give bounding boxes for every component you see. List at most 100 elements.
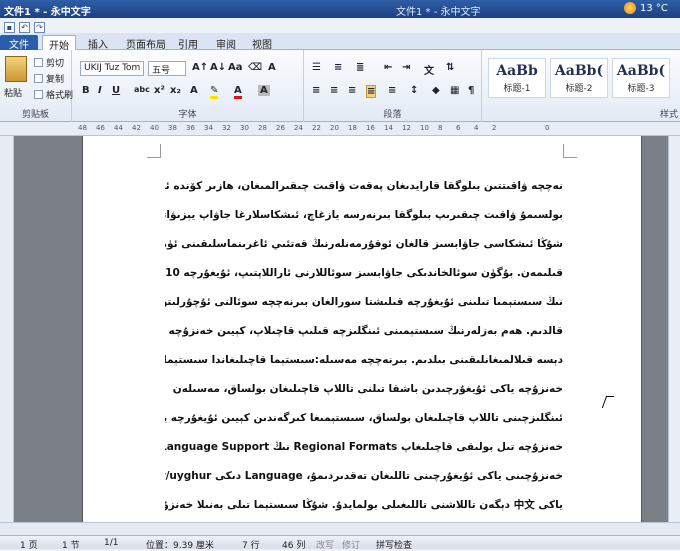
doc-line: بولسىمۇ ۋاقىت چىقىرىپ بىلوگقا بىرنەرسە ي… — [165, 209, 563, 221]
asian-layout-icon[interactable]: 文 — [424, 62, 434, 77]
save-icon[interactable]: ▪ — [4, 21, 15, 33]
doc-line: خەنزۇچىنى ياكى ئۇيغۇرچىنى تاللىغان تەقدى… — [165, 470, 563, 482]
vertical-ruler[interactable] — [0, 136, 14, 522]
status-row: 7 行 — [242, 541, 260, 551]
status-section: 1 节 — [62, 541, 80, 551]
title-bar: 文件1 * - 永中文字 文件1 * - 永中文字 13 °C — [0, 0, 680, 18]
show-marks-icon[interactable]: ¶ — [468, 85, 474, 96]
font-group-label: 字体 — [178, 110, 197, 120]
status-position: 位置：9.39 厘米 — [146, 541, 214, 551]
ribbon: 粘贴 剪切 复制 格式刷 剪贴板 UKIJ Tuz Tom 五号 A↑ A↓ A… — [0, 50, 680, 122]
doc-line: خەنزۇچە تىل بولىقى قاچىلىغاپ Regional Fo… — [165, 441, 563, 453]
format-painter-button[interactable]: 格式刷 — [34, 88, 73, 101]
status-track-changes[interactable]: 修订 — [342, 538, 360, 551]
font-name-select[interactable]: UKIJ Tuz Tom — [80, 61, 144, 76]
styles-group: AaBb 标题-1 AaBb(标题-2 AaBb(标题-3 样式 — [482, 50, 680, 122]
distributed-icon[interactable]: ≡ — [388, 85, 396, 96]
status-bar: 1 页 1 节 1/1 位置：9.39 厘米 7 行 46 列 改写 修订 拼写… — [0, 535, 680, 551]
tab-file[interactable]: 文件 — [0, 35, 38, 51]
weather-widget[interactable]: 13 °C — [624, 2, 668, 14]
copy-button[interactable]: 复制 — [34, 72, 64, 85]
tab-home[interactable]: 开始 — [42, 35, 76, 52]
char-border-icon[interactable]: A — [268, 62, 276, 73]
document-canvas[interactable]: نەچچە ۋاقىتتىن بىلوگقا قارايدىغان پەقەت … — [14, 136, 680, 522]
status-spell-check[interactable]: 拼写检查 — [376, 538, 412, 551]
char-shading-icon[interactable]: A — [258, 85, 270, 96]
superscript-icon[interactable]: x² — [154, 85, 165, 96]
text-effect-icon[interactable]: A — [190, 85, 198, 96]
window-title: 文件1 * - 永中文字 — [396, 7, 481, 18]
scissors-icon — [34, 58, 43, 67]
justify-icon[interactable]: ≡ — [366, 85, 377, 98]
tab-references[interactable]: 引用 — [172, 35, 204, 51]
multilevel-list-icon[interactable]: ≣ — [356, 62, 364, 73]
sun-icon — [624, 2, 636, 14]
shrink-font-icon[interactable]: A↓ — [210, 62, 226, 73]
font-color-icon[interactable]: A — [234, 85, 242, 99]
decrease-indent-icon[interactable]: ⇤ — [384, 62, 392, 73]
margin-mark-left — [147, 144, 161, 158]
align-left-icon[interactable]: ≡ — [312, 85, 320, 96]
style-heading-1[interactable]: AaBb 标题-1 — [488, 58, 546, 98]
borders-icon[interactable]: ▦ — [450, 85, 459, 96]
copy-icon — [34, 74, 43, 83]
numbering-icon[interactable]: ≡ — [334, 62, 342, 73]
redo-icon[interactable]: ↷ — [34, 21, 45, 33]
status-page: 1 页 — [20, 541, 38, 551]
status-pages: 1/1 — [104, 538, 119, 548]
document-body[interactable]: نەچچە ۋاقىتتىن بىلوگقا قارايدىغان پەقەت … — [165, 172, 563, 520]
font-size-select[interactable]: 五号 — [148, 61, 186, 76]
style-heading-3[interactable]: AaBb(标题-3 — [612, 58, 670, 98]
paste-button[interactable]: 粘贴 — [4, 86, 22, 99]
cut-button[interactable]: 剪切 — [34, 56, 64, 69]
tab-insert[interactable]: 插入 — [82, 35, 114, 51]
weather-temp: 13 °C — [640, 2, 668, 14]
align-center-icon[interactable]: ≡ — [330, 85, 338, 96]
doc-line: خەنزۇچە ياكى ئۇيغۇرچىدىن باشقا تىلنى تال… — [172, 383, 563, 395]
font-group: UKIJ Tuz Tom 五号 A↑ A↓ Aa ⌫ A B I U abc x… — [72, 50, 304, 122]
shading-icon[interactable]: ◆ — [432, 85, 440, 96]
clipboard-group-label: 剪贴板 — [21, 110, 49, 120]
view-switcher-bar[interactable] — [0, 522, 680, 535]
doc-line: ياكى 中文 دېگەن تاللاشنى تاللىغىلى بولمايد… — [165, 499, 563, 511]
tab-review[interactable]: 审阅 — [210, 35, 242, 51]
tab-page-layout[interactable]: 页面布局 — [120, 35, 172, 51]
subscript-icon[interactable]: x₂ — [170, 85, 181, 96]
doc-line: نەچچە ۋاقىتتىن بىلوگقا قارايدىغان پەقەت … — [165, 180, 563, 192]
doc-line: دېسە قىلالمىغانلىقىنى بىلدىم. بىرنەچچە م… — [165, 354, 563, 366]
status-col: 46 列 — [282, 541, 306, 551]
paragraph-group: ☰ ≡ ≣ ⇤ ⇥ 文 ⇅ ≡ ≡ ≡ ≡ ≡ ↕ ◆ ▦ ¶ 段落 — [304, 50, 482, 122]
styles-group-label: 样式 — [659, 110, 678, 120]
doc-line: نىڭ سىستېمىا تىلىنى ئۇيغۇرچە قىلىشتا سور… — [165, 296, 563, 308]
grow-font-icon[interactable]: A↑ — [192, 62, 208, 73]
undo-icon[interactable]: ↶ — [19, 21, 30, 33]
doc-line: قىلىمەن. بۇگۈن سوئالخاندىكى جاۋابسىز سوئ… — [165, 267, 563, 279]
document-page[interactable]: نەچچە ۋاقىتتىن بىلوگقا قارايدىغان پەقەت … — [82, 136, 642, 522]
paragraph-group-label: 段落 — [383, 110, 402, 120]
doc-line: ئىنگلىزچىنى تاللاپ قاچىلىغان بولساق، سىس… — [165, 412, 563, 424]
underline-icon[interactable]: U — [112, 85, 120, 96]
doc-line: قالدىم. ھەم بەزلەرنىڭ سىستېمىنى ئىنگلىزچ… — [165, 325, 563, 337]
clear-format-icon[interactable]: ⌫ — [248, 62, 262, 73]
change-case-icon[interactable]: Aa — [228, 62, 243, 73]
clipboard-group: 粘贴 剪切 复制 格式刷 剪贴板 — [0, 50, 73, 122]
line-spacing-icon[interactable]: ↕ — [410, 85, 418, 96]
strikethrough-icon[interactable]: abc — [134, 85, 150, 94]
app-title: 文件1 * - 永中文字 — [4, 7, 91, 18]
bold-icon[interactable]: B — [82, 85, 90, 96]
sort-icon[interactable]: ⇅ — [446, 62, 454, 73]
vertical-scrollbar[interactable] — [668, 136, 680, 522]
doc-line: شۇڭا ئىشكاسى جاۋابسىز قالغان ئوقۇرمەنلەر… — [165, 238, 563, 250]
tab-view[interactable]: 视图 — [246, 35, 278, 51]
increase-indent-icon[interactable]: ⇥ — [402, 62, 410, 73]
ribbon-tabs: 文件 开始 插入 页面布局 引用 审阅 视图 — [0, 33, 680, 52]
paste-icon[interactable] — [5, 56, 27, 82]
style-heading-2[interactable]: AaBb(标题-2 — [550, 58, 608, 98]
horizontal-ruler[interactable]: 48 46 44 42 40 38 36 34 32 30 28 26 24 2… — [0, 122, 680, 136]
quick-access-toolbar: ▪ ↶ ↷ — [4, 20, 45, 34]
italic-icon[interactable]: I — [98, 85, 102, 96]
highlight-icon[interactable]: ✎ — [210, 85, 219, 99]
status-overtype[interactable]: 改写 — [316, 538, 334, 551]
align-right-icon[interactable]: ≡ — [348, 85, 356, 96]
bullets-icon[interactable]: ☰ — [312, 62, 321, 73]
